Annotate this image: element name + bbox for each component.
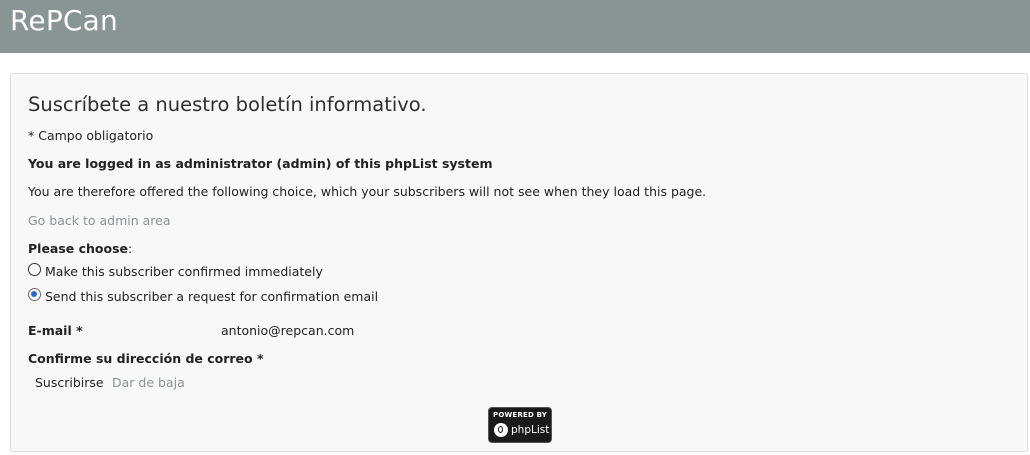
form-title: Suscríbete a nuestro boletín informativo…: [28, 93, 427, 116]
choose-label: Please choose:: [28, 241, 132, 256]
option-label: Send this subscriber a request for confi…: [45, 289, 379, 304]
badge-powered-by: POWERED BY: [492, 411, 548, 419]
powered-by-phplist-badge[interactable]: POWERED BY phpList: [488, 407, 552, 443]
phplist-logo-icon: [494, 423, 508, 437]
confirm-email-label: Confirme su dirección de correo *: [28, 351, 264, 366]
choose-colon: :: [128, 241, 133, 256]
required-note: * Campo obligatorio: [28, 128, 154, 143]
radio-send-confirmation[interactable]: [28, 288, 41, 301]
choose-label-text: Please choose: [28, 241, 129, 256]
subscribe-panel: Suscríbete a nuestro boletín informativo…: [10, 73, 1028, 452]
admin-area-link[interactable]: Go back to admin area: [28, 213, 171, 228]
option-confirm-immediately[interactable]: Make this subscriber confirmed immediate…: [28, 262, 323, 279]
option-label: Make this subscriber confirmed immediate…: [45, 264, 323, 279]
unsubscribe-link[interactable]: Dar de baja: [112, 375, 185, 390]
email-field[interactable]: antonio@repcan.com: [221, 323, 354, 338]
admin-notice: You are logged in as administrator (admi…: [28, 156, 493, 171]
option-send-confirmation[interactable]: Send this subscriber a request for confi…: [28, 287, 379, 304]
site-title: RePCan: [10, 4, 118, 37]
radio-confirm-immediately[interactable]: [28, 263, 41, 276]
offer-text: You are therefore offered the following …: [28, 184, 707, 199]
email-label: E-mail *: [28, 323, 83, 338]
site-header: RePCan: [0, 0, 1030, 53]
subscribe-button[interactable]: Suscribirse: [35, 375, 104, 390]
badge-name: phpList: [511, 424, 550, 436]
